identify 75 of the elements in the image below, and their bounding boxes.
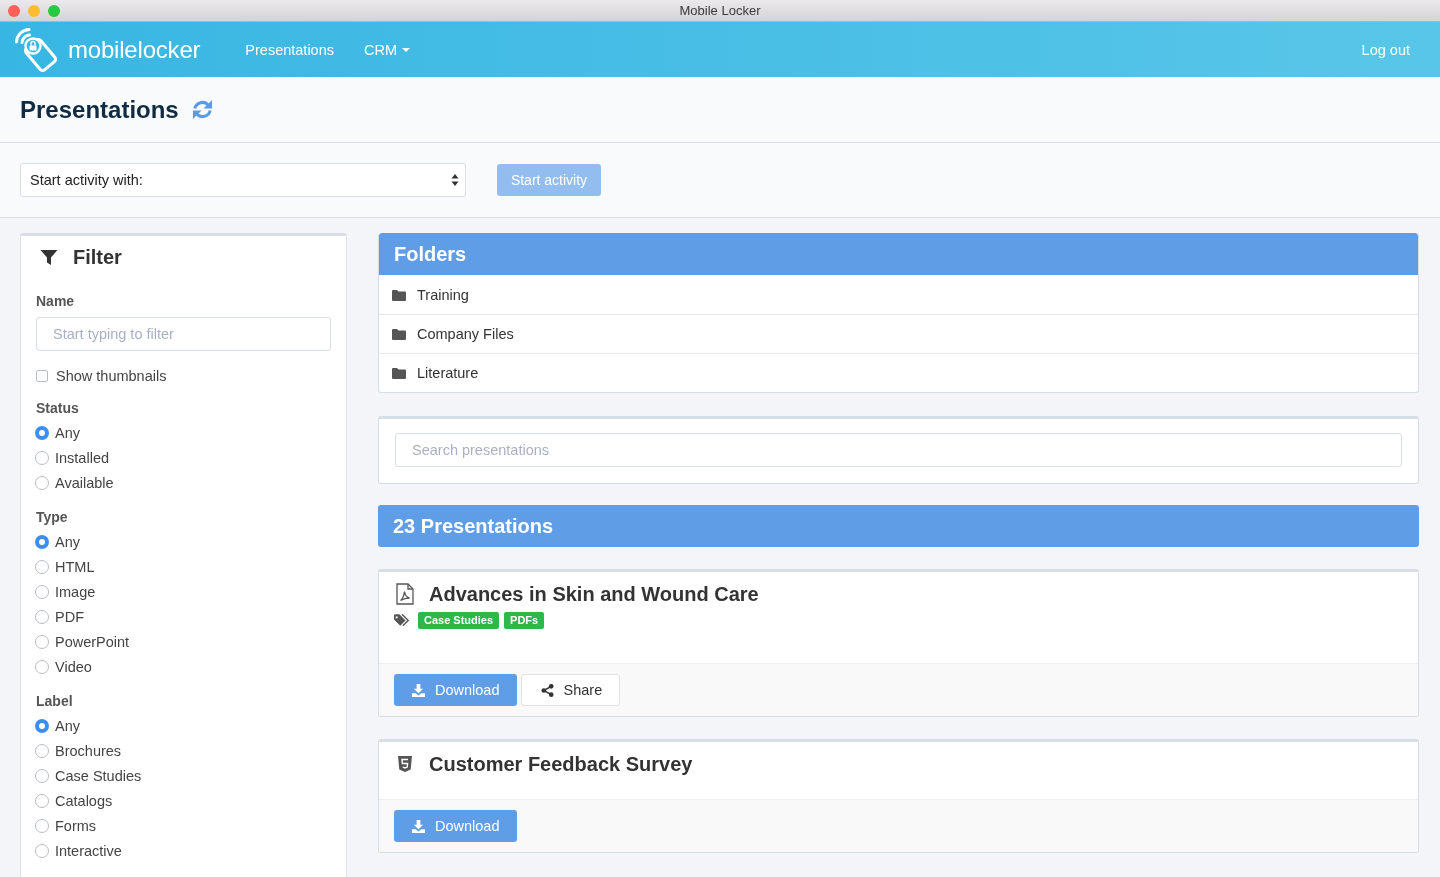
caret-icon: [402, 47, 411, 52]
radio-button[interactable]: [35, 609, 49, 624]
radio-label: Any: [55, 424, 80, 441]
checkbox-label: Show thumbnails: [56, 368, 167, 384]
download-button[interactable]: Download: [394, 810, 517, 842]
radio-label: Video: [55, 658, 92, 675]
nav-dropdown[interactable]: CRM: [364, 41, 411, 58]
window-title: Mobile Locker: [679, 3, 761, 18]
folder-icon: [392, 288, 406, 301]
field-label: Name: [36, 292, 76, 311]
folders-header: Folders: [379, 233, 1418, 275]
folder-icon: [392, 328, 406, 340]
tag[interactable]: PDFs: [504, 612, 545, 629]
radio-label: Brochures: [55, 742, 122, 759]
zoom-window-icon[interactable]: [48, 4, 60, 17]
page-title: Presentations: [20, 95, 179, 124]
folder-item[interactable]: Training: [379, 275, 1418, 314]
radio-button[interactable]: [35, 793, 49, 808]
refresh-icon[interactable]: [190, 98, 214, 121]
radio-label: Any: [55, 717, 80, 734]
tags-icon: [394, 614, 410, 627]
search-input[interactable]: Search presentations: [395, 433, 1402, 467]
close-window-icon[interactable]: [8, 4, 20, 17]
tag[interactable]: Case Studies: [418, 612, 500, 629]
share-button[interactable]: Share: [520, 674, 621, 706]
brand-name[interactable]: mobilelocker: [68, 35, 201, 64]
radio-label: PDF: [55, 608, 84, 625]
name-filter-input[interactable]: Start typing to filter: [36, 317, 331, 351]
radio-label: Interactive: [55, 842, 122, 859]
radio-label: Any: [55, 533, 80, 550]
filter-title: Filter: [73, 246, 122, 269]
radio-button[interactable]: [35, 425, 49, 440]
presentation-title[interactable]: Advances in Skin and Wound Care: [429, 582, 759, 606]
radio-button[interactable]: [35, 768, 49, 783]
filter-group-heading: Label: [36, 692, 74, 711]
radio-label: Catalogs: [55, 792, 113, 809]
radio-label: Case Studies: [55, 767, 142, 784]
radio-button[interactable]: [35, 475, 49, 490]
download-icon: [412, 683, 425, 697]
pdf-file-icon: [396, 583, 414, 605]
radio-button[interactable]: [35, 659, 49, 674]
radio-button[interactable]: [35, 584, 49, 599]
folder-item[interactable]: Literature: [379, 353, 1418, 392]
filter-icon: [40, 249, 58, 266]
radio-label: Forms: [55, 817, 97, 834]
checkbox[interactable]: [36, 370, 48, 382]
radio-button[interactable]: [35, 559, 49, 574]
nav-link[interactable]: Presentations: [245, 41, 334, 58]
radio-button[interactable]: [35, 634, 49, 649]
minimize-window-icon[interactable]: [28, 4, 40, 17]
radio-button[interactable]: [35, 718, 49, 733]
presentation-title[interactable]: Customer Feedback Survey: [429, 752, 693, 776]
radio-label: Installed: [55, 449, 109, 466]
download-icon: [412, 819, 425, 833]
phone-lock-icon[interactable]: [14, 26, 60, 73]
share-icon: [540, 683, 554, 697]
presentations-count-header: 23 Presentations: [378, 505, 1419, 547]
radio-label: PowerPoint: [55, 633, 130, 650]
radio-button[interactable]: [35, 818, 49, 833]
logout-link[interactable]: Log out: [1361, 41, 1410, 58]
filter-group-heading: Type: [36, 508, 69, 527]
folder-item[interactable]: Company Files: [379, 314, 1418, 353]
radio-label: Available: [55, 474, 114, 491]
radio-button[interactable]: [35, 450, 49, 465]
updown-arrows-icon: [451, 173, 459, 187]
activity-select[interactable]: Start activity with:: [20, 163, 466, 197]
folder-icon: [392, 367, 406, 379]
radio-label: HTML: [55, 558, 95, 575]
download-button[interactable]: Download: [394, 674, 517, 706]
shield-icon: [397, 755, 413, 773]
radio-label: Image: [55, 583, 96, 600]
radio-button[interactable]: [35, 743, 49, 758]
radio-button[interactable]: [35, 843, 49, 858]
filter-group-heading: Status: [36, 399, 80, 418]
radio-button[interactable]: [35, 534, 49, 549]
